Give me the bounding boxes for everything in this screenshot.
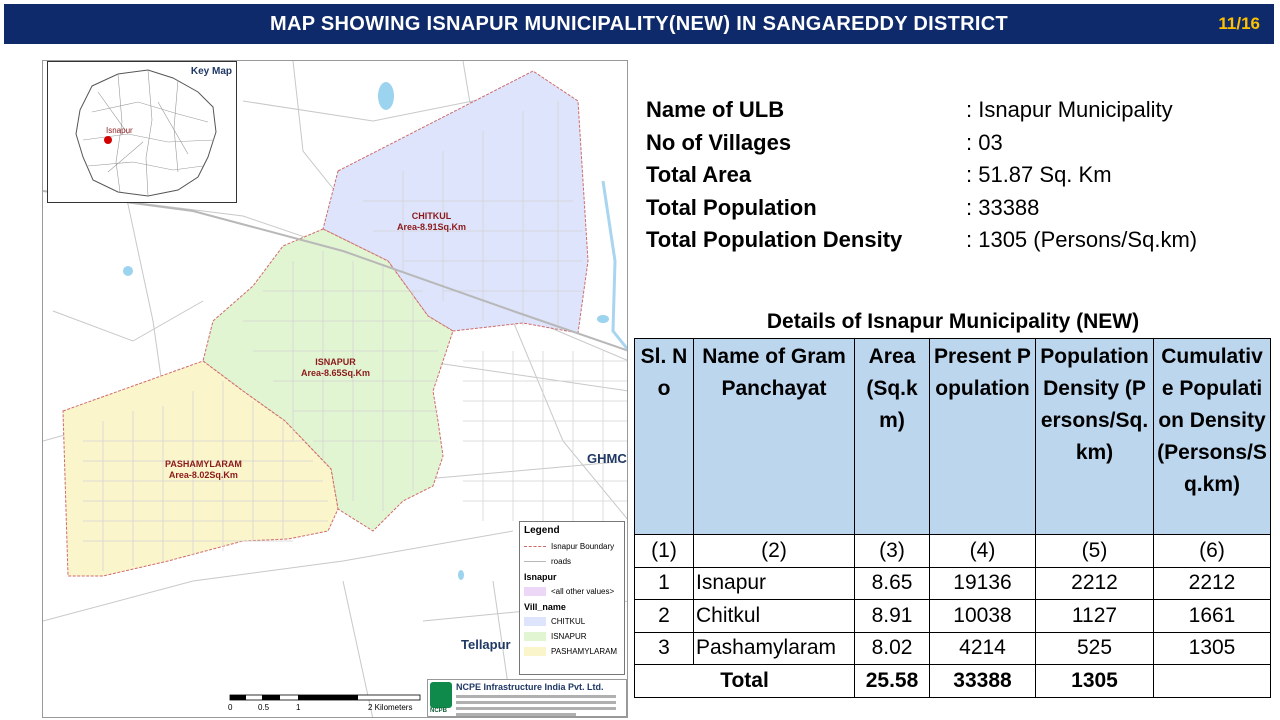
- key-map-title: Key Map: [190, 66, 232, 77]
- table-cell: Isnapur: [693, 566, 855, 600]
- header-present-population: Present Population: [929, 338, 1036, 535]
- village-label-pashamylaram: PASHAMYLARAM Area-8.02Sq.Km: [165, 459, 242, 480]
- table-cell: 1127: [1035, 599, 1154, 633]
- header-area: Area (Sq.km): [854, 338, 930, 535]
- table-cell: 8.91: [854, 599, 930, 633]
- key-map-place-label: Isnapur: [106, 126, 133, 135]
- column-number-row: (1) (2) (3) (4) (5) (6): [634, 534, 1271, 568]
- legend-other-values: <all other values>: [524, 584, 620, 599]
- table-cell: 10038: [929, 599, 1036, 633]
- header-cumulative-density: Cumulative Population Density (Persons/S…: [1153, 338, 1271, 535]
- table-header-row: Sl. No Name of Gram Panchayat Area (Sq.k…: [634, 338, 1271, 535]
- info-row-density: Total Population Density: 1305 (Persons/…: [646, 227, 1198, 252]
- legend-boundary: Isnapur Boundary: [524, 539, 620, 554]
- village-label-isnapur: ISNAPUR Area-8.65Sq.Km: [301, 357, 371, 378]
- isnapur-swatch: [524, 632, 546, 641]
- table-cell: (3): [854, 534, 930, 568]
- table-cell: 525: [1035, 631, 1154, 665]
- legend-group-vill-name: Vill_name: [524, 602, 566, 612]
- details-table: Sl. No Name of Gram Panchayat Area (Sq.k…: [634, 338, 1271, 698]
- table-cell: 2212: [1035, 566, 1154, 600]
- table-cell: (5): [1035, 534, 1154, 568]
- fine-print-line: [456, 701, 616, 704]
- header-sl-no: Sl. No: [634, 338, 694, 535]
- total-cumulative: [1153, 664, 1271, 698]
- table-total-row: Total 25.58 33388 1305: [634, 664, 1271, 698]
- place-label-tellapur: Tellapur: [461, 637, 511, 652]
- table-cell: Chitkul: [693, 599, 855, 633]
- info-row-population: Total Population: 33388: [646, 194, 1040, 220]
- map-legend: Legend Isnapur Boundary roads Isnapur <a…: [519, 521, 625, 675]
- total-area: 25.58: [854, 664, 930, 698]
- header-population-density: Population Density (Persons/Sq.km): [1035, 338, 1154, 535]
- scale-bar: 0 0.5 1 2 Kilometers: [228, 693, 423, 715]
- key-map: Key Map Isnapur: [47, 61, 237, 203]
- legend-isnapur: ISNAPUR: [524, 629, 620, 644]
- table-cell: 2212: [1153, 566, 1271, 600]
- fine-print-line: [456, 707, 616, 710]
- table-cell: 1661: [1153, 599, 1271, 633]
- table-cell: 8.02: [854, 631, 930, 665]
- legend-pashamylaram: PASHAMYLARAM: [524, 644, 620, 659]
- total-population: 33388: [929, 664, 1036, 698]
- company-logo-icon: [430, 682, 452, 708]
- ulb-info: Name of ULB: Isnapur Municipality No of …: [646, 94, 1266, 257]
- company-logo: NCPB NCPE Infrastructure India Pvt. Ltd.: [427, 679, 627, 717]
- roads-swatch: [524, 561, 546, 562]
- table-cell: (4): [929, 534, 1036, 568]
- other-values-swatch: [524, 587, 546, 596]
- scale-bar-graphic: [229, 694, 421, 701]
- table-cell: 1: [634, 566, 694, 600]
- legend-chitkul: CHITKUL: [524, 614, 620, 629]
- chitkul-swatch: [524, 617, 546, 626]
- company-logo-mark: NCPB: [430, 708, 448, 714]
- table-cell: Pashamylaram: [693, 631, 855, 665]
- scale-tick-1: 1: [296, 703, 301, 712]
- table-row: 1 Isnapur 8.65 19136 2212 2212: [634, 566, 1271, 600]
- fine-print-line: [456, 695, 616, 698]
- table-row: 2 Chitkul 8.91 10038 1127 1661: [634, 599, 1271, 633]
- table-cell: 2: [634, 599, 694, 633]
- isnapur-location-marker: [104, 136, 112, 144]
- pashamylaram-swatch: [524, 647, 546, 656]
- info-row-name: Name of ULB: Isnapur Municipality: [646, 97, 1173, 122]
- table-cell: 3: [634, 631, 694, 665]
- key-map-outline: [75, 69, 217, 197]
- table-cell: 1305: [1153, 631, 1271, 665]
- page-number: 11/16: [1218, 14, 1260, 33]
- info-row-area: Total Area: 51.87 Sq. Km: [646, 162, 1112, 187]
- village-label-chitkul: CHITKUL Area-8.91Sq.Km: [397, 211, 467, 232]
- title-bar: MAP SHOWING ISNAPUR MUNICIPALITY(NEW) IN…: [4, 4, 1274, 44]
- legend-group-isnapur: Isnapur: [524, 572, 557, 582]
- table-cell: (6): [1153, 534, 1271, 568]
- info-row-villages: No of Villages: 03: [646, 129, 1003, 155]
- legend-title: Legend: [524, 525, 560, 536]
- boundary-swatch: [524, 546, 546, 547]
- scale-tick-2km: 2 Kilometers: [368, 703, 413, 712]
- legend-roads: roads: [524, 554, 620, 569]
- header-gram-panchayat: Name of Gram Panchayat: [693, 338, 855, 535]
- total-label: Total: [634, 664, 855, 698]
- fine-print-line: [456, 713, 576, 716]
- company-name: NCPE Infrastructure India Pvt. Ltd.: [456, 682, 604, 692]
- table-cell: 8.65: [854, 566, 930, 600]
- scale-tick-0: 0: [228, 703, 233, 712]
- slide-title: MAP SHOWING ISNAPUR MUNICIPALITY(NEW) IN…: [269, 13, 1008, 35]
- table-row: 3 Pashamylaram 8.02 4214 525 1305: [634, 631, 1271, 665]
- place-label-ghmc: GHMC: [587, 451, 627, 466]
- scale-tick-0-5: 0.5: [258, 703, 270, 712]
- table-cell: 4214: [929, 631, 1036, 665]
- table-caption: Details of Isnapur Municipality (NEW): [766, 310, 1140, 333]
- table-cell: (1): [634, 534, 694, 568]
- table-cell: (2): [693, 534, 855, 568]
- total-density: 1305: [1035, 664, 1154, 698]
- table-cell: 19136: [929, 566, 1036, 600]
- map-panel: Key Map Isnapur CHITKUL Area-8.91Sq.Km IS…: [42, 60, 628, 718]
